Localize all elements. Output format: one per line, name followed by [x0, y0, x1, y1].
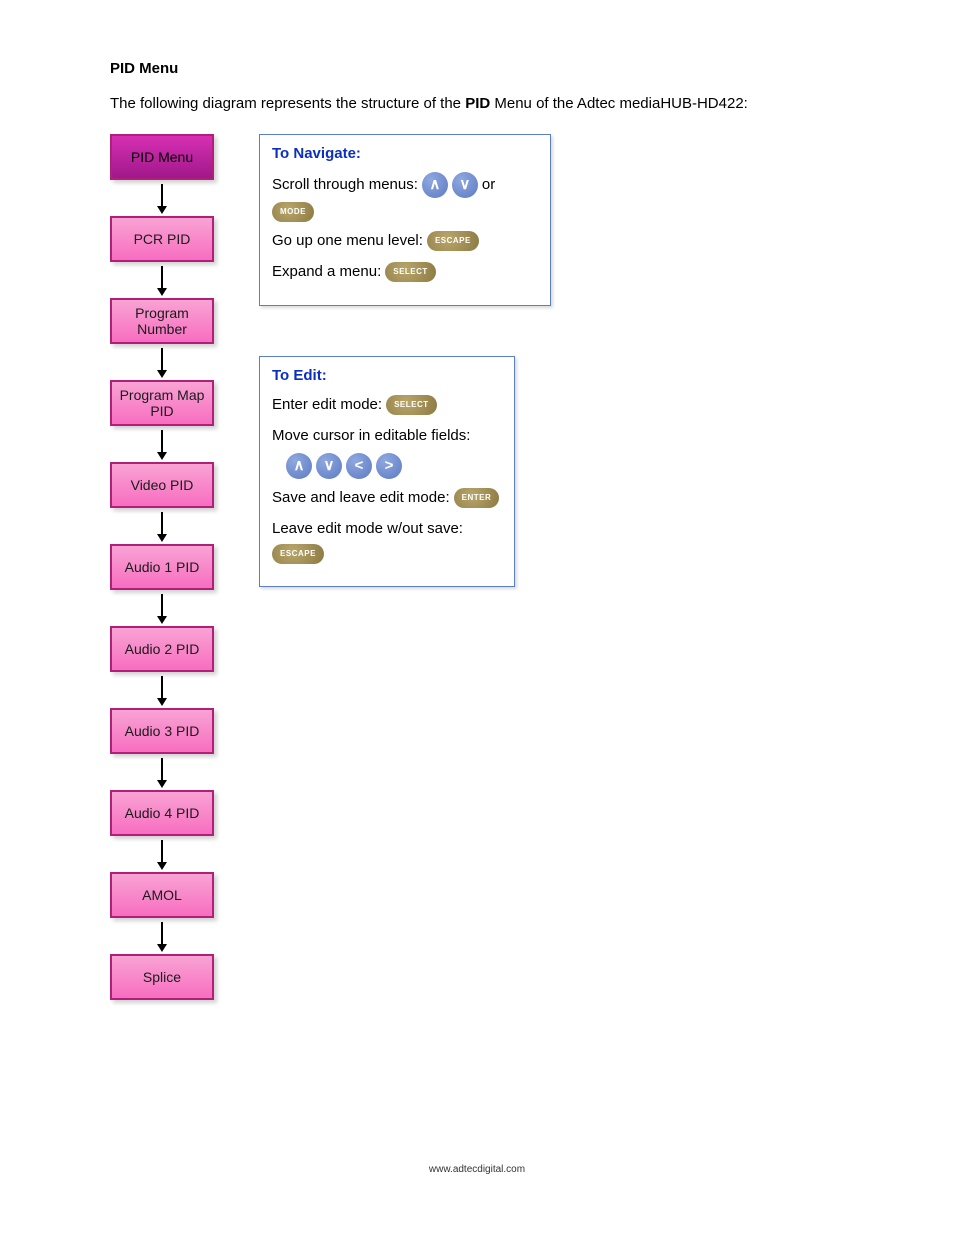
flow-node: Audio 4 PID: [110, 790, 214, 836]
right-arrow-button-icon: >: [376, 453, 402, 479]
intro-bold: PID: [465, 95, 490, 112]
up-arrow-button-icon: ∧: [286, 453, 312, 479]
flow-node: Audio 2 PID: [110, 626, 214, 672]
flow-node-root: PID Menu: [110, 134, 214, 180]
arrow-icon: [157, 348, 167, 378]
legend-row: Expand a menu: SELECT: [272, 261, 538, 284]
flow-node: Audio 1 PID: [110, 544, 214, 590]
arrow-icon: [157, 266, 167, 296]
or-label: or: [482, 174, 495, 197]
arrow-icon: [157, 594, 167, 624]
intro-paragraph: The following diagram represents the str…: [110, 95, 844, 112]
legend-navigate: To Navigate: Scroll through menus: ∧ ∨ o…: [259, 134, 551, 306]
legend-edit-heading: To Edit:: [272, 367, 502, 384]
leave-wo-save-label: Leave edit mode w/out save:: [272, 518, 463, 541]
arrow-icon: [157, 430, 167, 460]
legend-row: Enter edit mode: SELECT: [272, 394, 502, 417]
down-arrow-button-icon: ∨: [452, 172, 478, 198]
scroll-label: Scroll through menus:: [272, 174, 418, 197]
select-button-icon: SELECT: [385, 262, 436, 282]
arrow-icon: [157, 184, 167, 214]
legend-edit: To Edit: Enter edit mode: SELECT Move cu…: [259, 356, 515, 587]
legend-row: Go up one menu level: ESCAPE: [272, 230, 538, 253]
legend-row: Scroll through menus: ∧ ∨ or MODE: [272, 172, 538, 222]
enter-edit-label: Enter edit mode:: [272, 394, 382, 417]
content-row: PID Menu PCR PID Program Number Program …: [110, 134, 844, 1000]
arrow-icon: [157, 512, 167, 542]
arrow-icon: [157, 676, 167, 706]
up-arrow-button-icon: ∧: [422, 172, 448, 198]
save-leave-label: Save and leave edit mode:: [272, 487, 450, 510]
flow-node: AMOL: [110, 872, 214, 918]
mode-button-icon: MODE: [272, 202, 314, 222]
legend-row: Save and leave edit mode: ENTER: [272, 487, 502, 510]
move-cursor-label: Move cursor in editable fields:: [272, 425, 470, 448]
down-arrow-button-icon: ∨: [316, 453, 342, 479]
arrow-icon: [157, 758, 167, 788]
enter-button-icon: ENTER: [454, 488, 500, 508]
legend-navigate-heading: To Navigate:: [272, 145, 538, 162]
flow-node: Program Map PID: [110, 380, 214, 426]
escape-button-icon: ESCAPE: [427, 231, 479, 251]
up-level-label: Go up one menu level:: [272, 230, 423, 253]
page-title: PID Menu: [110, 60, 844, 77]
select-button-icon: SELECT: [386, 395, 437, 415]
flow-node: Video PID: [110, 462, 214, 508]
legend-column: To Navigate: Scroll through menus: ∧ ∨ o…: [259, 134, 551, 587]
legend-row: Leave edit mode w/out save: ESCAPE: [272, 518, 502, 565]
flow-node: Splice: [110, 954, 214, 1000]
flowchart: PID Menu PCR PID Program Number Program …: [110, 134, 214, 1000]
flow-node: Audio 3 PID: [110, 708, 214, 754]
intro-suffix: Menu of the Adtec mediaHUB-HD422:: [494, 95, 747, 112]
intro-prefix: The following diagram represents the str…: [110, 95, 465, 112]
footer-url: www.adtecdigital.com: [0, 1164, 954, 1175]
left-arrow-button-icon: <: [346, 453, 372, 479]
legend-row: Move cursor in editable fields: ∧ ∨ < >: [272, 425, 502, 480]
arrow-icon: [157, 922, 167, 952]
flow-node: Program Number: [110, 298, 214, 344]
arrow-icon: [157, 840, 167, 870]
escape-button-icon: ESCAPE: [272, 544, 324, 564]
expand-label: Expand a menu:: [272, 261, 381, 284]
flow-node: PCR PID: [110, 216, 214, 262]
